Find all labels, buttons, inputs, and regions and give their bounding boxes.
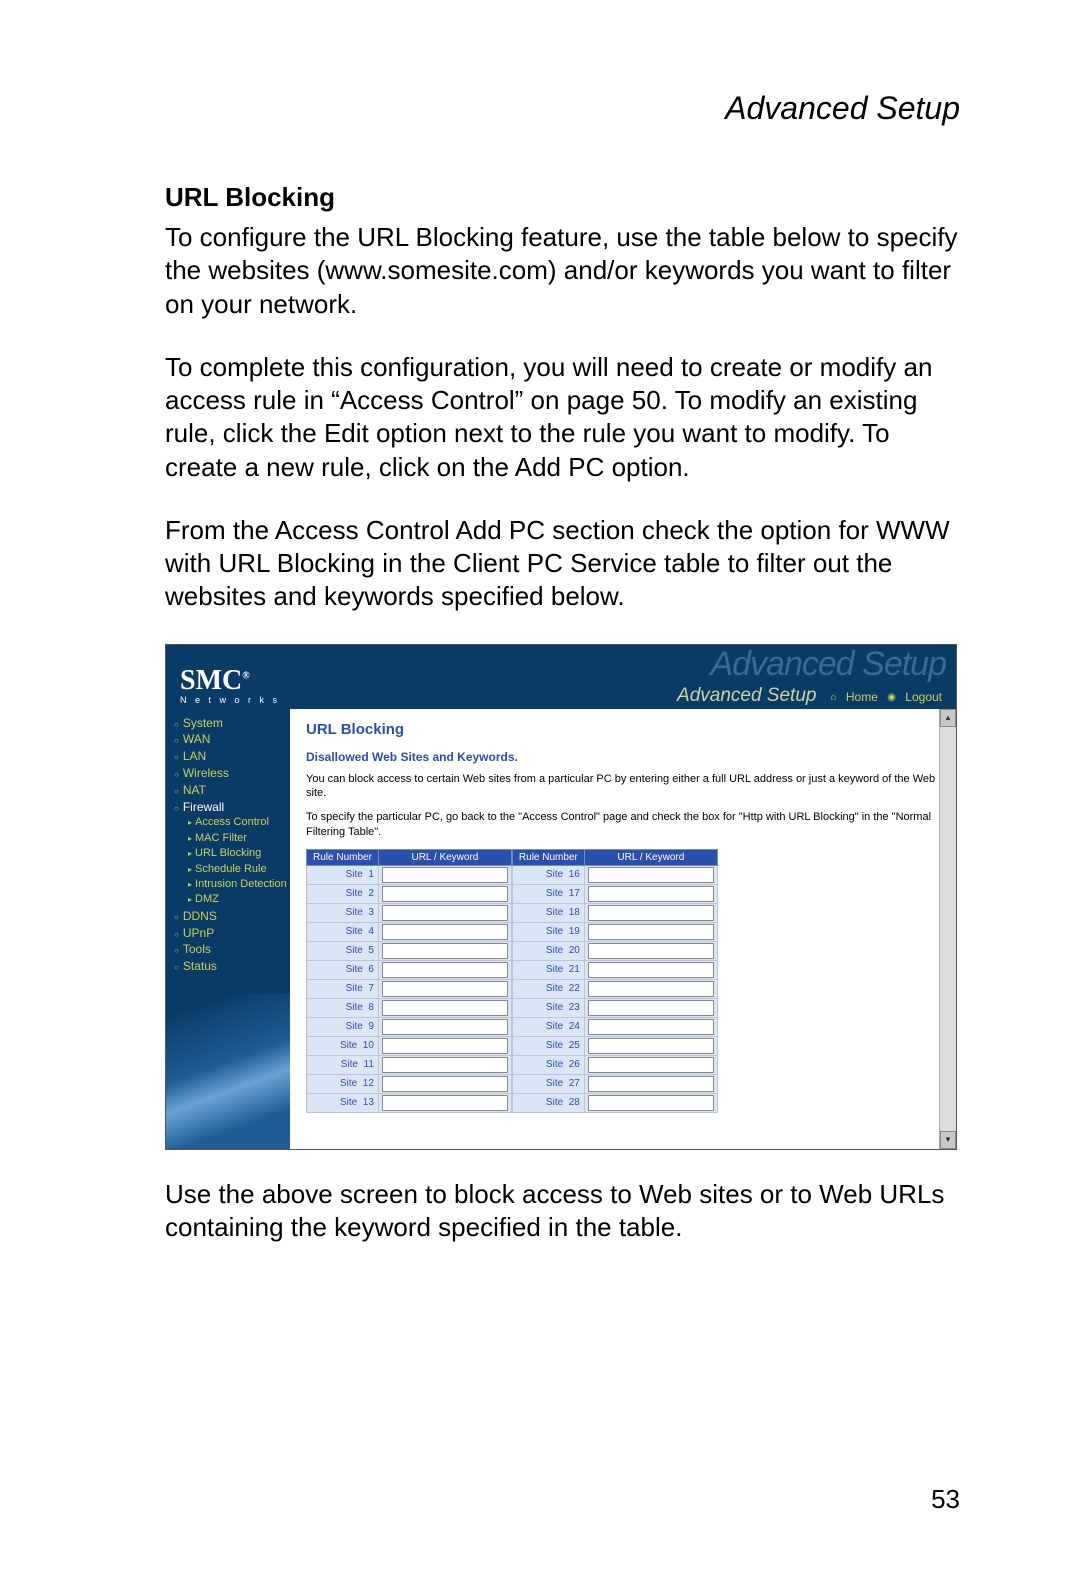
- scroll-down-icon[interactable]: ▼: [940, 1131, 956, 1149]
- col-url-keyword: URL / Keyword: [378, 849, 511, 865]
- rule-label: Site 20: [512, 941, 584, 960]
- url-input-site-10[interactable]: [382, 1038, 508, 1054]
- page-number: 53: [931, 1484, 960, 1515]
- home-link[interactable]: Home: [846, 690, 878, 704]
- url-input-site-28[interactable]: [588, 1095, 714, 1111]
- logo-subtext: N e t w o r k s: [180, 695, 280, 705]
- router-screenshot: SMC® N e t w o r k s Advanced Setup Adva…: [165, 644, 957, 1150]
- rule-label: Site 22: [512, 979, 584, 998]
- rule-label: Site 28: [512, 1093, 584, 1112]
- rule-label: Site 13: [307, 1093, 379, 1112]
- rule-label: Site 23: [512, 998, 584, 1017]
- rule-label: Site 18: [512, 903, 584, 922]
- sidebar-item-intrusion-detection[interactable]: Intrusion Detection: [166, 877, 290, 892]
- panel-paragraph-1: You can block access to certain Web site…: [306, 772, 940, 801]
- rule-label: Site 5: [307, 941, 379, 960]
- url-input-site-6[interactable]: [382, 962, 508, 978]
- paragraph-4: Use the above screen to block access to …: [165, 1178, 960, 1245]
- col-rule-number: Rule Number: [512, 849, 584, 865]
- url-input-site-20[interactable]: [588, 943, 714, 959]
- rule-label: Site 17: [512, 884, 584, 903]
- paragraph-1: To configure the URL Blocking feature, u…: [165, 221, 960, 321]
- rule-label: Site 26: [512, 1055, 584, 1074]
- sidebar-item-tools[interactable]: Tools: [166, 941, 290, 958]
- rule-label: Site 27: [512, 1074, 584, 1093]
- rule-label: Site 9: [307, 1017, 379, 1036]
- panel-paragraph-2: To specify the particular PC, go back to…: [306, 810, 940, 839]
- rule-label: Site 11: [307, 1055, 379, 1074]
- sidebar-image: [166, 994, 290, 1149]
- sidebar-item-upnp[interactable]: UPnP: [166, 925, 290, 942]
- sidebar-item-mac-filter[interactable]: MAC Filter: [166, 831, 290, 846]
- sidebar-item-wan[interactable]: WAN: [166, 731, 290, 748]
- rule-table: Rule NumberURL / KeywordSite 1Site 2Site…: [306, 849, 940, 1113]
- sidebar-item-ddns[interactable]: DDNS: [166, 908, 290, 925]
- url-input-site-12[interactable]: [382, 1076, 508, 1092]
- scrollbar[interactable]: ▲ ▼: [939, 709, 956, 1149]
- url-input-site-21[interactable]: [588, 962, 714, 978]
- url-input-site-26[interactable]: [588, 1057, 714, 1073]
- sidebar-item-wireless[interactable]: Wireless: [166, 765, 290, 782]
- sidebar-item-access-control[interactable]: Access Control: [166, 815, 290, 830]
- sidebar-item-nat[interactable]: NAT: [166, 782, 290, 799]
- url-input-site-19[interactable]: [588, 924, 714, 940]
- sidebar-item-firewall[interactable]: Firewall: [166, 799, 290, 816]
- rule-label: Site 6: [307, 960, 379, 979]
- url-input-site-2[interactable]: [382, 886, 508, 902]
- url-input-site-9[interactable]: [382, 1019, 508, 1035]
- rule-label: Site 1: [307, 865, 379, 884]
- col-url-keyword: URL / Keyword: [584, 849, 717, 865]
- paragraph-3: From the Access Control Add PC section c…: [165, 514, 960, 614]
- url-input-site-1[interactable]: [382, 867, 508, 883]
- url-input-site-8[interactable]: [382, 1000, 508, 1016]
- url-input-site-11[interactable]: [382, 1057, 508, 1073]
- url-input-site-3[interactable]: [382, 905, 508, 921]
- panel-subtitle: Disallowed Web Sites and Keywords.: [306, 750, 940, 764]
- scroll-up-icon[interactable]: ▲: [940, 709, 956, 727]
- url-input-site-18[interactable]: [588, 905, 714, 921]
- rule-label: Site 3: [307, 903, 379, 922]
- rule-label: Site 4: [307, 922, 379, 941]
- url-input-site-25[interactable]: [588, 1038, 714, 1054]
- url-input-site-5[interactable]: [382, 943, 508, 959]
- header-ghost-text: Advanced Setup: [710, 645, 946, 684]
- sidebar-item-lan[interactable]: LAN: [166, 748, 290, 765]
- rule-label: Site 19: [512, 922, 584, 941]
- url-input-site-7[interactable]: [382, 981, 508, 997]
- col-rule-number: Rule Number: [307, 849, 379, 865]
- rule-label: Site 24: [512, 1017, 584, 1036]
- logout-icon: ◉: [887, 692, 896, 703]
- url-input-site-13[interactable]: [382, 1095, 508, 1111]
- page-header: Advanced Setup: [165, 90, 960, 127]
- paragraph-2: To complete this configuration, you will…: [165, 351, 960, 484]
- url-input-site-22[interactable]: [588, 981, 714, 997]
- panel-title: URL Blocking: [306, 721, 940, 738]
- sidebar-item-system[interactable]: System: [166, 715, 290, 732]
- rule-label: Site 25: [512, 1036, 584, 1055]
- rule-label: Site 8: [307, 998, 379, 1017]
- logout-link[interactable]: Logout: [905, 690, 942, 704]
- url-input-site-4[interactable]: [382, 924, 508, 940]
- rule-label: Site 2: [307, 884, 379, 903]
- sidebar-item-dmz[interactable]: DMZ: [166, 892, 290, 907]
- main-panel: URL Blocking Disallowed Web Sites and Ke…: [290, 709, 956, 1149]
- rule-label: Site 16: [512, 865, 584, 884]
- rule-label: Site 10: [307, 1036, 379, 1055]
- rule-label: Site 12: [307, 1074, 379, 1093]
- rule-label: Site 21: [512, 960, 584, 979]
- sidebar: SystemWANLANWirelessNATFirewallAccess Co…: [166, 709, 290, 1149]
- url-input-site-16[interactable]: [588, 867, 714, 883]
- section-title: URL Blocking: [165, 182, 960, 213]
- sidebar-item-status[interactable]: Status: [166, 958, 290, 975]
- header-title: Advanced Setup: [677, 685, 816, 707]
- home-icon: ⌂: [830, 692, 836, 703]
- sidebar-item-schedule-rule[interactable]: Schedule Rule: [166, 862, 290, 877]
- url-input-site-23[interactable]: [588, 1000, 714, 1016]
- sidebar-item-url-blocking[interactable]: URL Blocking: [166, 846, 290, 861]
- url-input-site-24[interactable]: [588, 1019, 714, 1035]
- rule-label: Site 7: [307, 979, 379, 998]
- logo: SMC®: [180, 665, 250, 696]
- url-input-site-17[interactable]: [588, 886, 714, 902]
- url-input-site-27[interactable]: [588, 1076, 714, 1092]
